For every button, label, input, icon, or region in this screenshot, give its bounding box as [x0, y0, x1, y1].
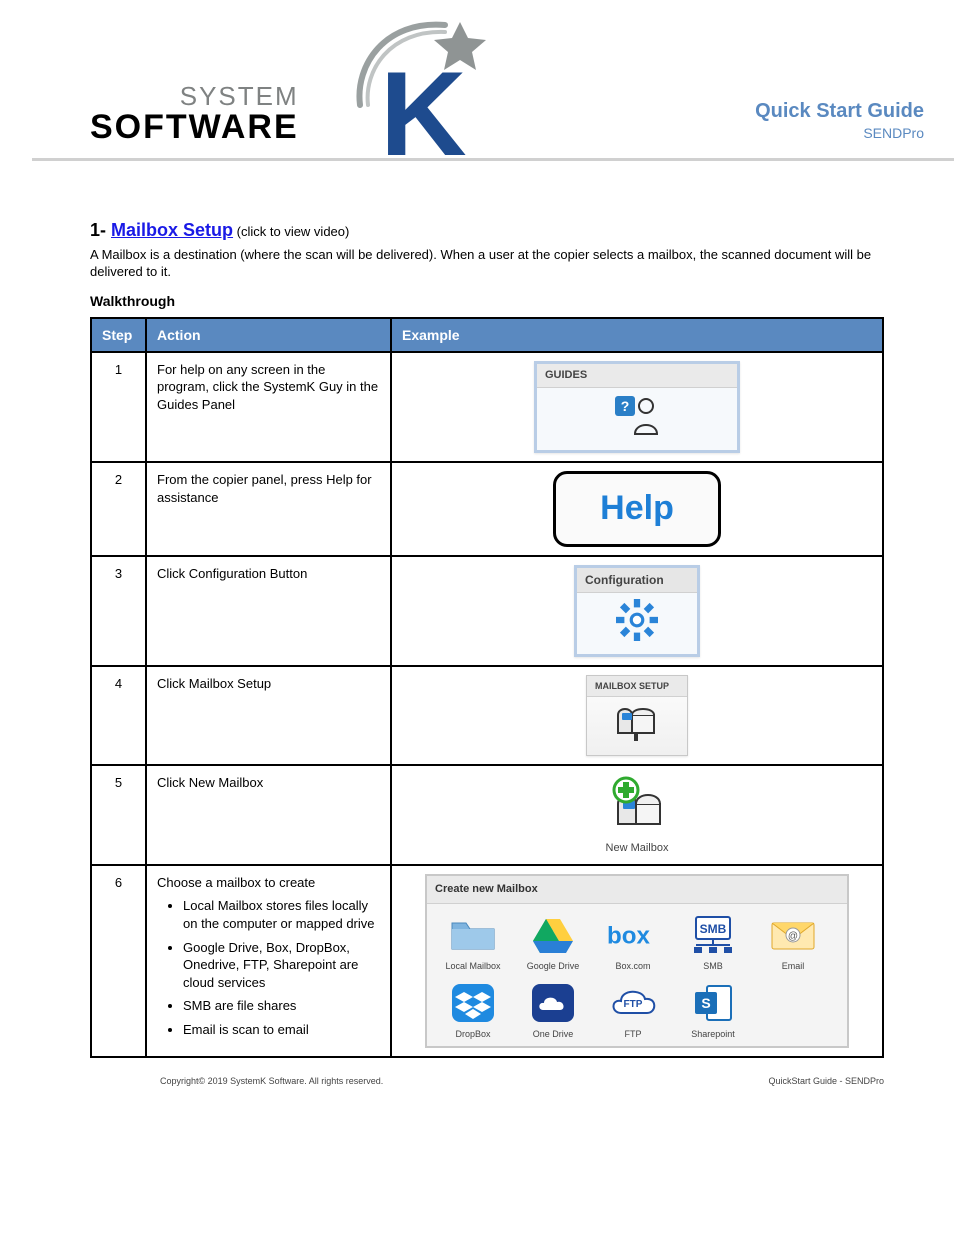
mailbox-setup-panel-title: MAILBOX SETUP	[587, 676, 687, 697]
gear-icon	[616, 599, 658, 641]
table-row: 2 From the copier panel, press Help for …	[91, 462, 883, 556]
mailbox-type-label: Local Mailbox	[435, 960, 511, 972]
email-icon: @	[767, 914, 819, 956]
table-row: 5 Click New Mailbox	[91, 765, 883, 864]
table-row: 6 Choose a mailbox to create Local Mailb…	[91, 865, 883, 1057]
google-drive-icon	[527, 914, 579, 956]
mailbox-type-email[interactable]: @ Email	[755, 914, 831, 972]
page-header: K SYSTEM SOFTWARE Quick Start Guide SEND…	[0, 0, 954, 190]
step-action: Choose a mailbox to create Local Mailbox…	[146, 865, 391, 1057]
footer-copyright: Copyright© 2019 SystemK Software. All ri…	[160, 1076, 383, 1086]
ftp-icon: FTP	[607, 982, 659, 1024]
mailbox-type-label: Box.com	[595, 960, 671, 972]
step-number: 3	[91, 556, 146, 666]
svg-text:SMB: SMB	[700, 922, 727, 936]
product-name-label: SENDPro	[755, 125, 924, 141]
table-row: 4 Click Mailbox Setup MAILBOX SETUP	[91, 666, 883, 766]
mailbox-type-googledrive[interactable]: Google Drive	[515, 914, 591, 972]
mailbox-type-local[interactable]: Local Mailbox	[435, 914, 511, 972]
step-number: 6	[91, 865, 146, 1057]
mailbox-type-label: Google Drive	[515, 960, 591, 972]
logo-letter-k: K	[380, 60, 467, 168]
table-header-action: Action	[146, 318, 391, 352]
step-action: Click Configuration Button	[146, 556, 391, 666]
step-number: 5	[91, 765, 146, 864]
list-item: Local Mailbox stores files locally on th…	[183, 897, 380, 932]
title-prefix: 1-	[90, 220, 111, 240]
mailbox-type-box[interactable]: box Box.com	[595, 914, 671, 972]
document-type-label: Quick Start Guide	[755, 100, 924, 123]
step-action: Click New Mailbox	[146, 765, 391, 864]
step-number: 2	[91, 462, 146, 556]
mailbox-type-label: Email	[755, 960, 831, 972]
table-header-step: Step	[91, 318, 146, 352]
onedrive-icon	[527, 982, 579, 1024]
svg-text:@: @	[788, 931, 798, 942]
mailbox-type-label: One Drive	[515, 1028, 591, 1040]
mailbox-type-sharepoint[interactable]: S Sharepoint	[675, 982, 751, 1040]
new-mailbox-button[interactable]: New Mailbox	[602, 774, 672, 855]
header-divider	[32, 158, 954, 161]
create-mailbox-panel: Create new Mailbox	[425, 874, 849, 1048]
mailbox-setup-panel[interactable]: MAILBOX SETUP	[586, 675, 688, 757]
mailbox-type-label: Sharepoint	[675, 1028, 751, 1040]
mailbox-setup-link[interactable]: Mailbox Setup	[111, 220, 233, 240]
list-item: SMB are file shares	[183, 997, 380, 1015]
header-right-block: Quick Start Guide SENDPro	[755, 100, 924, 141]
mailbox-type-smb[interactable]: SMB SMB	[675, 914, 751, 972]
mailbox-icon	[612, 703, 662, 743]
walkthrough-table: Step Action Example 1 For help on any sc…	[90, 317, 884, 1058]
folder-icon	[447, 914, 499, 956]
logo-text-software: SOFTWARE	[90, 108, 299, 146]
new-mailbox-icon	[602, 774, 672, 834]
step-action: From the copier panel, press Help for as…	[146, 462, 391, 556]
mailbox-type-label: SMB	[675, 960, 751, 972]
svg-text:FTP: FTP	[624, 999, 643, 1010]
guides-panel-title: GUIDES	[537, 364, 737, 388]
create-mailbox-panel-title: Create new Mailbox	[427, 876, 847, 904]
help-button[interactable]: Help	[553, 471, 721, 547]
configuration-panel-title: Configuration	[577, 568, 697, 593]
step-action: For help on any screen in the program, c…	[146, 352, 391, 462]
sharepoint-icon: S	[687, 982, 739, 1024]
dropbox-icon	[447, 982, 499, 1024]
svg-text:?: ?	[621, 398, 630, 414]
step-number: 4	[91, 666, 146, 766]
table-header-example: Example	[391, 318, 883, 352]
section-heading: Walkthrough	[90, 293, 884, 309]
mailbox-type-onedrive[interactable]: One Drive	[515, 982, 591, 1040]
step-6-lead: Choose a mailbox to create	[157, 875, 315, 890]
list-item: Google Drive, Box, DropBox, Onedrive, FT…	[183, 939, 380, 992]
title-link-note: (click to view video)	[233, 224, 349, 239]
guides-panel[interactable]: GUIDES ?	[534, 361, 740, 453]
mailbox-type-dropbox[interactable]: DropBox	[435, 982, 511, 1040]
footer-right-text: QuickStart Guide - SENDPro	[768, 1076, 884, 1086]
table-row: 3 Click Configuration Button Configurati…	[91, 556, 883, 666]
step-number: 1	[91, 352, 146, 462]
mailbox-type-label: DropBox	[435, 1028, 511, 1040]
step-action: Click Mailbox Setup	[146, 666, 391, 766]
document-title: 1- Mailbox Setup (click to view video)	[90, 220, 884, 241]
configuration-panel[interactable]: Configuration	[574, 565, 700, 657]
box-icon: box	[607, 914, 659, 956]
systemk-guy-icon: ?	[613, 394, 661, 438]
new-mailbox-caption: New Mailbox	[602, 841, 672, 856]
table-row: 1 For help on any screen in the program,…	[91, 352, 883, 462]
intro-paragraph: A Mailbox is a destination (where the sc…	[90, 247, 884, 281]
svg-text:box: box	[607, 922, 650, 949]
smb-icon: SMB	[687, 914, 739, 956]
mailbox-type-label: FTP	[595, 1028, 671, 1040]
list-item: Email is scan to email	[183, 1021, 380, 1039]
mailbox-type-ftp[interactable]: FTP FTP	[595, 982, 671, 1040]
svg-text:S: S	[701, 995, 710, 1011]
logo-text-system: SYSTEM	[90, 82, 299, 111]
